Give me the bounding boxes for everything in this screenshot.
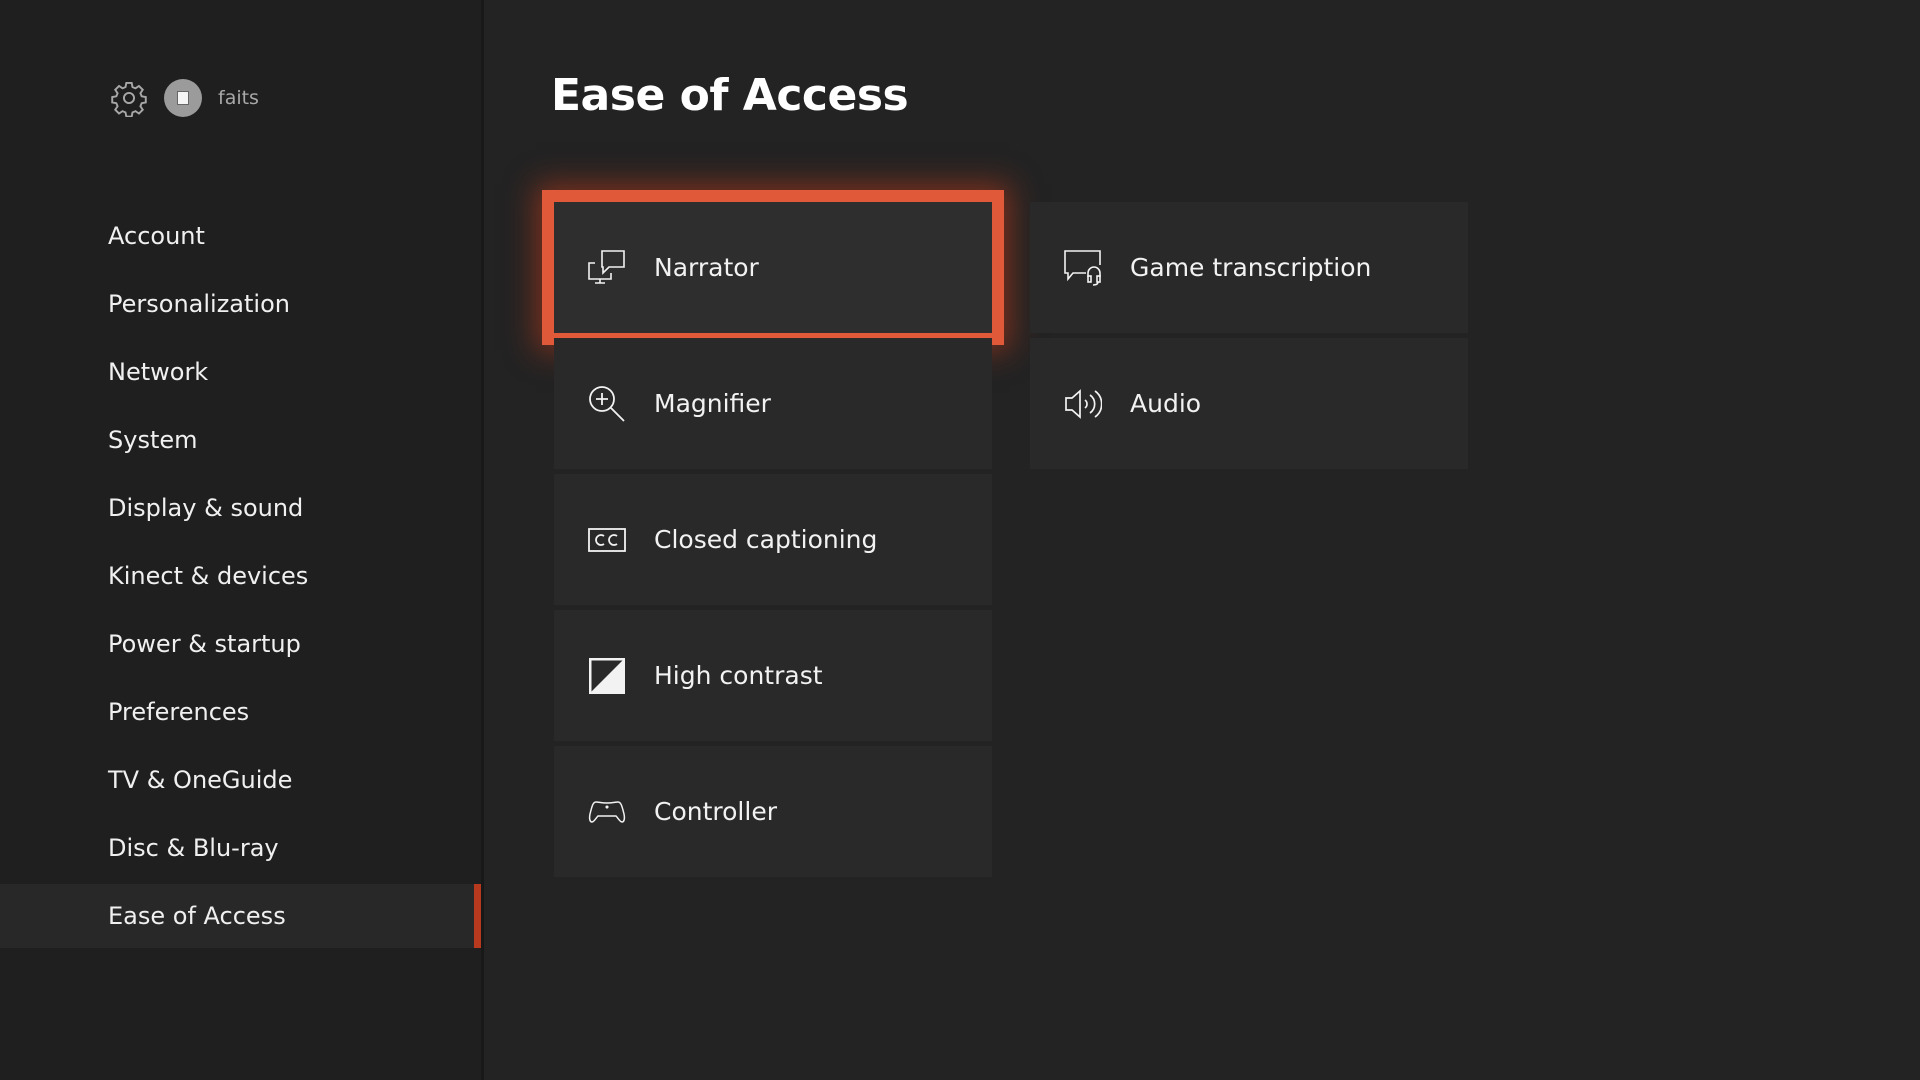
tile-label: Narrator	[654, 253, 759, 282]
profile-header: faits	[110, 78, 259, 118]
tile-game-transcription[interactable]: Game transcription	[1030, 202, 1468, 333]
sidebar-item-kinect-devices[interactable]: Kinect & devices	[0, 542, 481, 610]
sidebar-nav: Account Personalization Network System D…	[0, 202, 481, 948]
sidebar-item-power-startup[interactable]: Power & startup	[0, 610, 481, 678]
tile-magnifier[interactable]: Magnifier	[554, 338, 992, 469]
tile-closed-captioning[interactable]: Closed captioning	[554, 474, 992, 605]
sidebar-item-personalization[interactable]: Personalization	[0, 270, 481, 338]
tile-label: Closed captioning	[654, 525, 878, 554]
tile-narrator[interactable]: Narrator	[554, 202, 992, 333]
sidebar-item-ease-of-access[interactable]: Ease of Access	[0, 884, 481, 948]
game-transcription-icon	[1064, 249, 1101, 286]
sidebar-item-network[interactable]: Network	[0, 338, 481, 406]
tile-label: High contrast	[654, 661, 823, 690]
audio-icon	[1065, 388, 1102, 419]
sidebar: faits Account Personalization Network Sy…	[0, 0, 484, 1080]
magnifier-icon	[589, 385, 625, 422]
high-contrast-icon	[589, 657, 625, 694]
closed-captioning-icon	[588, 527, 626, 552]
narrator-icon	[588, 249, 625, 284]
tile-controller[interactable]: Controller	[554, 746, 992, 877]
controller-icon	[588, 800, 626, 823]
sidebar-item-system[interactable]: System	[0, 406, 481, 474]
avatar[interactable]	[164, 79, 202, 117]
sidebar-item-account[interactable]: Account	[0, 202, 481, 270]
tile-audio[interactable]: Audio	[1030, 338, 1468, 469]
tile-label: Controller	[654, 797, 777, 826]
sidebar-item-display-sound[interactable]: Display & sound	[0, 474, 481, 542]
page-title: Ease of Access	[551, 70, 909, 121]
gear-icon[interactable]	[110, 79, 148, 117]
tile-label: Audio	[1130, 389, 1202, 418]
sidebar-item-disc-bluray[interactable]: Disc & Blu-ray	[0, 814, 481, 882]
gamertag: faits	[218, 87, 259, 109]
sidebar-item-tv-oneguide[interactable]: TV & OneGuide	[0, 746, 481, 814]
tile-label: Game transcription	[1130, 253, 1372, 282]
tile-high-contrast[interactable]: High contrast	[554, 610, 992, 741]
tile-label: Magnifier	[654, 389, 771, 418]
avatar-icon	[177, 91, 189, 105]
sidebar-item-preferences[interactable]: Preferences	[0, 678, 481, 746]
